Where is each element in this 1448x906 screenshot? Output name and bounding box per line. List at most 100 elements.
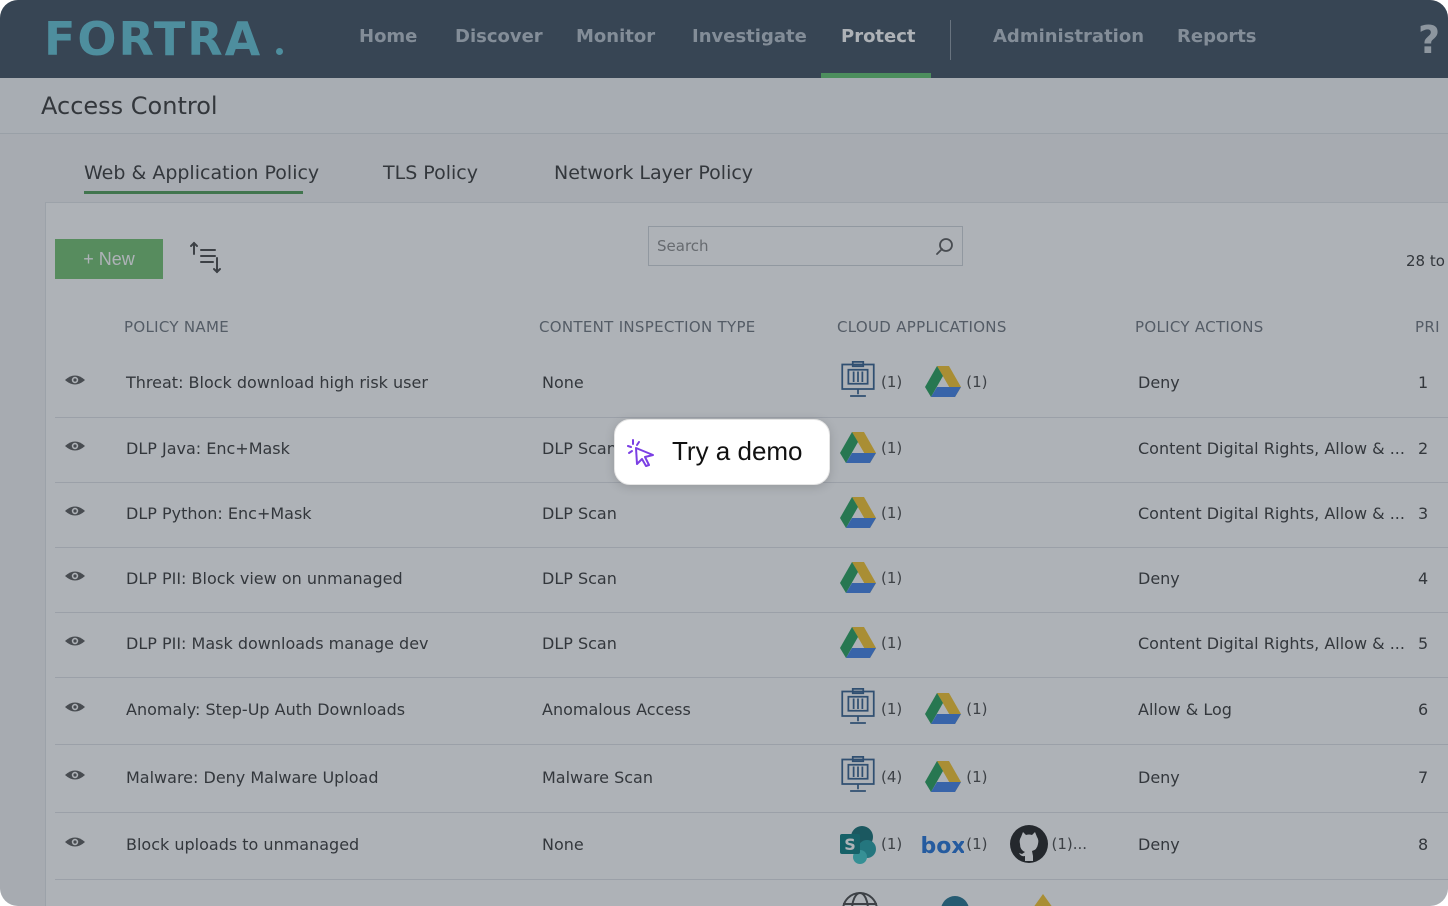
help-icon[interactable]: ? xyxy=(1418,18,1440,62)
content-inspection-type-cell: None xyxy=(542,835,584,854)
sharepoint-icon[interactable]: S xyxy=(837,823,879,865)
record-count: 28 to xyxy=(1406,252,1445,270)
app-count: (1) xyxy=(966,700,988,718)
app-count: (1) xyxy=(881,504,903,522)
top-navigation-bar: FORTRA Home Discover Monitor Investigate… xyxy=(0,0,1448,78)
content-inspection-type-cell: DLP Scan xyxy=(542,569,617,588)
try-a-demo-button[interactable]: Try a demo xyxy=(614,419,830,485)
search-input[interactable] xyxy=(649,227,929,265)
table-row[interactable]: Block uploads to unmanaged None S (1) box (1)… xyxy=(55,814,1448,880)
table-row[interactable]: DLP PII: Block view on unmanaged DLP Scan… xyxy=(55,549,1448,613)
page-title: Access Control xyxy=(41,92,218,120)
column-header-policy-actions[interactable]: POLICY ACTIONS xyxy=(1135,318,1264,336)
priority-cell: 6 xyxy=(1418,700,1429,719)
policy-name-cell[interactable]: DLP PII: Mask downloads manage dev xyxy=(126,634,429,653)
app-count: (1) xyxy=(881,569,903,587)
sort-icon[interactable] xyxy=(189,240,223,276)
building-icon[interactable] xyxy=(837,756,879,798)
building-icon[interactable] xyxy=(837,688,879,730)
eye-icon[interactable] xyxy=(64,504,86,518)
policy-action-cell: Deny xyxy=(1138,768,1180,787)
policy-name-cell[interactable]: DLP PII: Block view on unmanaged xyxy=(126,569,403,588)
nav-administration[interactable]: Administration xyxy=(993,26,1144,47)
policy-name-cell[interactable]: DLP Java: Enc+Mask xyxy=(126,439,290,458)
table-row[interactable]: DLP Python: Enc+Mask DLP Scan (1) Content D… xyxy=(55,484,1448,548)
new-policy-button[interactable]: + New xyxy=(55,239,163,279)
box-icon[interactable]: box xyxy=(922,823,964,865)
nav-home[interactable]: Home xyxy=(359,26,417,47)
nav-reports[interactable]: Reports xyxy=(1177,26,1257,47)
priority-cell: 2 xyxy=(1418,439,1429,458)
cloud-applications-cell: (1) xyxy=(837,492,922,534)
column-header-cloud-applications[interactable]: CLOUD APPLICATIONS xyxy=(837,318,1007,336)
cloud-applications-cell: (1) xyxy=(837,557,922,599)
content-inspection-type-cell: DLP Scan xyxy=(542,439,617,458)
policy-action-cell: Deny xyxy=(1138,835,1180,854)
column-header-policy-name[interactable]: POLICY NAME xyxy=(124,318,229,336)
google-drive-icon[interactable] xyxy=(837,622,879,664)
eye-icon[interactable] xyxy=(64,373,86,387)
content-inspection-type-cell: DLP Scan xyxy=(542,504,617,523)
eye-icon[interactable] xyxy=(64,634,86,648)
nav-protect[interactable]: Protect xyxy=(841,26,916,47)
priority-cell: 4 xyxy=(1418,569,1429,588)
table-row[interactable]: Malware: Deny Malware Upload Malware Scan… xyxy=(55,746,1448,813)
app-count: (1) xyxy=(881,634,903,652)
policy-name-cell[interactable]: Anomaly: Step-Up Auth Downloads xyxy=(126,700,405,719)
column-header-priority[interactable]: PRI xyxy=(1415,318,1440,336)
eye-icon[interactable] xyxy=(64,835,86,849)
cursor-click-icon xyxy=(627,439,654,467)
cloud-applications-cell: (1) (1) xyxy=(837,361,1008,403)
priority-cell: 7 xyxy=(1418,768,1429,787)
search-icon[interactable] xyxy=(935,237,955,257)
fortra-logo[interactable]: FORTRA xyxy=(44,12,262,66)
eye-icon[interactable] xyxy=(64,569,86,583)
google-drive-icon[interactable] xyxy=(922,361,964,403)
policy-name-cell[interactable]: Malware: Deny Malware Upload xyxy=(126,768,379,787)
policy-name-cell[interactable]: Threat: Block download high risk user xyxy=(126,373,428,392)
search-box xyxy=(648,226,963,266)
page-header: Access Control xyxy=(0,78,1448,134)
policy-name-cell[interactable]: Block uploads to unmanaged xyxy=(126,835,359,854)
policy-action-cell: Content Digital Rights, Allow & ... xyxy=(1138,634,1405,653)
google-drive-icon[interactable] xyxy=(837,427,879,469)
content-inspection-type-cell: Malware Scan xyxy=(542,768,653,787)
google-drive-icon[interactable] xyxy=(837,557,879,599)
priority-cell: 8 xyxy=(1418,835,1429,854)
google-drive-icon[interactable] xyxy=(922,756,964,798)
tab-web-application-policy[interactable]: Web & Application Policy xyxy=(84,162,319,184)
github-icon[interactable] xyxy=(1008,823,1050,865)
eye-icon[interactable] xyxy=(64,439,86,453)
column-header-content-inspection-type[interactable]: CONTENT INSPECTION TYPE xyxy=(539,318,756,336)
content-inspection-type-cell: DLP Scan xyxy=(542,634,617,653)
eye-icon[interactable] xyxy=(64,700,86,714)
app-count: (4) xyxy=(881,768,903,786)
table-row[interactable]: Threat: Block download high risk user Non… xyxy=(55,352,1448,418)
app-frame: FORTRA Home Discover Monitor Investigate… xyxy=(0,0,1448,906)
tab-network-layer-policy[interactable]: Network Layer Policy xyxy=(554,162,753,184)
policy-name-cell[interactable]: DLP Python: Enc+Mask xyxy=(126,504,312,523)
cloud-applications-cell: (4) (1) xyxy=(837,756,1008,798)
google-drive-icon[interactable] xyxy=(837,492,879,534)
svg-text:box: box xyxy=(922,834,964,859)
building-icon[interactable] xyxy=(837,361,879,403)
policy-action-cell: Allow & Log xyxy=(1138,700,1232,719)
partial-app-icon xyxy=(941,896,969,906)
nav-investigate[interactable]: Investigate xyxy=(692,26,807,47)
app-count: (1) xyxy=(966,768,988,786)
google-drive-icon[interactable] xyxy=(922,688,964,730)
policy-action-cell: Content Digital Rights, Allow & ... xyxy=(1138,439,1405,458)
policy-action-cell: Deny xyxy=(1138,569,1180,588)
nav-monitor[interactable]: Monitor xyxy=(576,26,655,47)
globe-icon xyxy=(842,892,878,906)
table-row[interactable]: Anomaly: Step-Up Auth Downloads Anomalous… xyxy=(55,679,1448,745)
eye-icon[interactable] xyxy=(64,768,86,782)
cloud-applications-cell: (1) (1) xyxy=(837,688,1008,730)
content-inspection-type-cell: Anomalous Access xyxy=(542,700,691,719)
nav-discover[interactable]: Discover xyxy=(455,26,543,47)
tab-tls-policy[interactable]: TLS Policy xyxy=(383,162,478,184)
app-count: (1) xyxy=(881,373,903,391)
table-row[interactable]: DLP PII: Mask downloads manage dev DLP Sc… xyxy=(55,614,1448,678)
priority-cell: 1 xyxy=(1418,373,1429,392)
app-count: (1) xyxy=(881,439,903,457)
